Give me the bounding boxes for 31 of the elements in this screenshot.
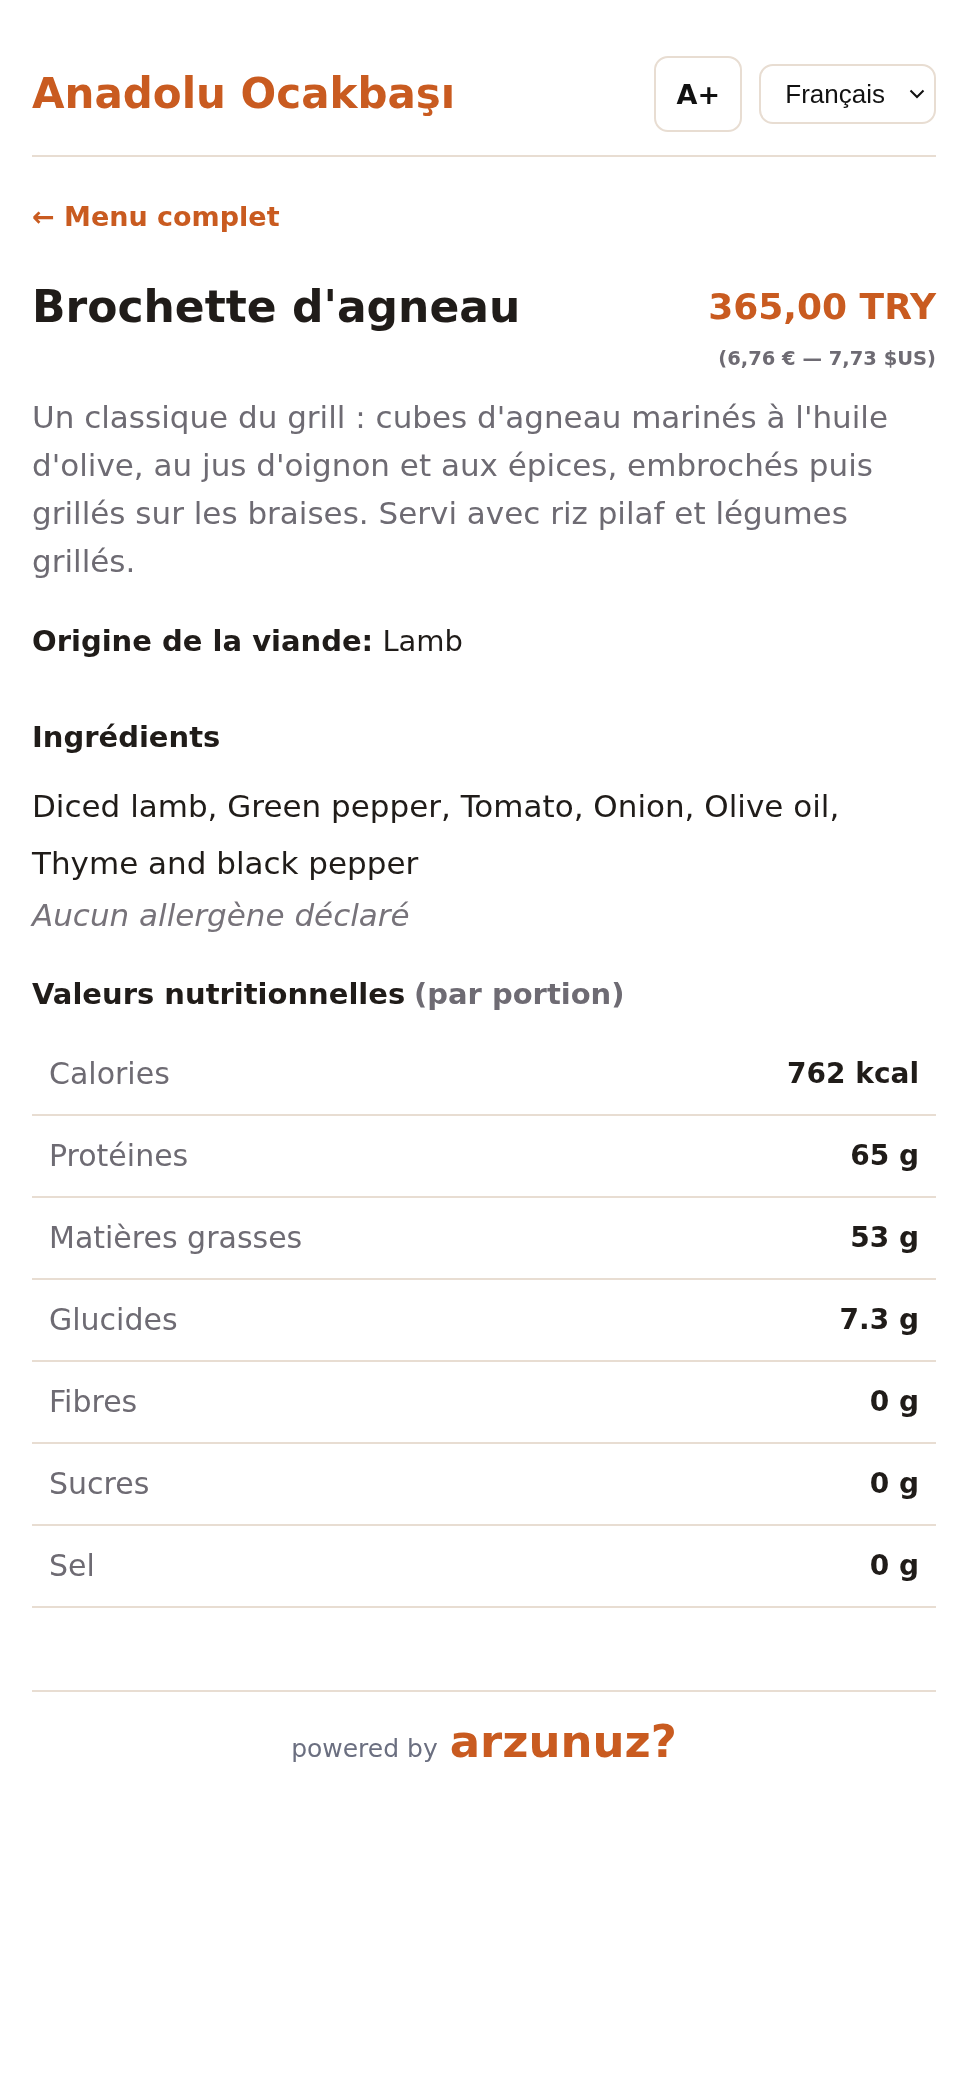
nutrient-name: Sel xyxy=(49,1547,95,1585)
brand-logo[interactable]: arzunuz? xyxy=(449,1714,677,1770)
nutrient-name: Protéines xyxy=(49,1137,189,1175)
converted-price: (6,76 € — 7,73 $US) xyxy=(718,346,936,372)
restaurant-name: Anadolu Ocakbaşı xyxy=(32,68,456,120)
nutrient-value: 0 g xyxy=(869,1466,919,1502)
nutrient-name: Sucres xyxy=(49,1465,150,1503)
nutrient-value: 0 g xyxy=(869,1548,919,1584)
nutrient-name: Matières grasses xyxy=(49,1219,303,1257)
section-heading: Valeurs nutritionnelles xyxy=(32,977,406,1011)
nutrient-name: Glucides xyxy=(49,1301,178,1339)
dish-description: Un classique du grill : cubes d'agneau marinés à l'huile d'olive, au jus d'oignon et aux épices, embrochés puis grillés sur les braises. Servi avec riz pilaf et légumes grillés. xyxy=(32,398,889,581)
nutrient-name: Calories xyxy=(49,1055,170,1093)
font-size-button[interactable]: A+ xyxy=(654,56,743,132)
section-heading: Ingrédients xyxy=(32,719,222,756)
nutrient-value: 0 g xyxy=(869,1384,919,1420)
language-select[interactable]: Français xyxy=(759,64,936,124)
ingredients-list: Diced lamb, Green pepper, Tomato, Onion, Olive oil, Thyme and black pepper xyxy=(32,778,936,892)
back-link[interactable]: ← Menu complet xyxy=(32,201,280,232)
nutrient-value: 7.3 g xyxy=(839,1302,919,1338)
chevron-icon xyxy=(909,89,925,99)
meat-origin: Origine de la viande: Lamb xyxy=(32,623,465,660)
portion-note: (par portion) xyxy=(413,977,625,1011)
nutrient-name: Fibres xyxy=(49,1383,138,1421)
powered-by-text: powered by xyxy=(291,1734,438,1763)
dish-price: 365,00 TRY xyxy=(708,285,936,329)
nutrient-value: 65 g xyxy=(850,1138,919,1174)
dish-name: Brochette d'agneau xyxy=(32,280,521,334)
nutrient-value: 762 kcal xyxy=(787,1056,919,1092)
nutrient-value: 53 g xyxy=(850,1220,919,1256)
allergen-note: Aucun allergène déclaré xyxy=(32,896,411,935)
